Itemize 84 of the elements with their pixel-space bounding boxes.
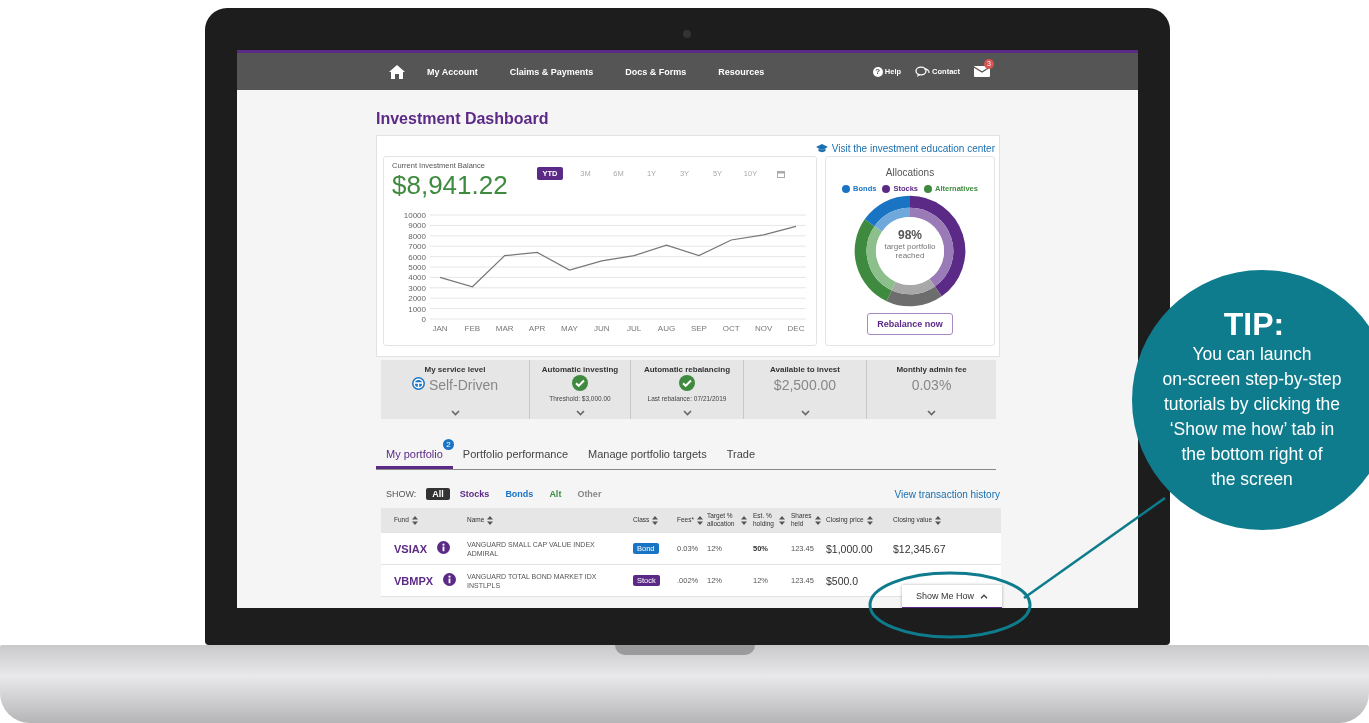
- x-axis-label: NOV: [754, 324, 773, 333]
- transaction-history-link[interactable]: View transaction history: [894, 488, 1000, 500]
- chevron-down-icon[interactable]: [800, 410, 810, 416]
- tile-value: 0.03%: [911, 377, 952, 393]
- table-cell: $500.0: [826, 574, 859, 587]
- x-axis-label: DEC: [787, 324, 805, 333]
- x-axis-label: SEP: [690, 324, 707, 333]
- y-axis-label: 2000: [408, 294, 426, 304]
- portfolio-tab[interactable]: My portfolio 2: [376, 441, 453, 469]
- filter-option[interactable]: Stocks: [453, 488, 496, 500]
- filter-option[interactable]: All: [426, 488, 450, 500]
- y-axis-label: 4000: [408, 273, 426, 283]
- mail-icon[interactable]: [974, 66, 990, 77]
- rebalance-button[interactable]: Rebalance now: [867, 313, 953, 335]
- portfolio-tab[interactable]: Trade: [716, 441, 765, 469]
- chat-bubbles-icon: [915, 66, 931, 77]
- table-cell: $1,000.00: [826, 542, 873, 555]
- chevron-down-icon[interactable]: [927, 410, 936, 416]
- tile-label: Available to invest: [770, 365, 840, 374]
- filter-label: SHOW:: [386, 489, 417, 499]
- nav-link[interactable]: Resources: [718, 66, 765, 77]
- tile-label: Automatic rebalancing: [643, 365, 731, 374]
- x-axis-label: AUG: [657, 324, 676, 333]
- y-axis-label: 8000: [408, 231, 426, 241]
- x-axis-label: JUL: [627, 324, 642, 333]
- sort-icon: [814, 515, 821, 525]
- x-axis-label: JAN: [432, 324, 448, 333]
- donut-center-value: 98%: [897, 228, 923, 242]
- x-axis-label: OCT: [722, 324, 740, 333]
- x-axis-label: MAR: [495, 324, 514, 333]
- donut-center-caption: target portfolio reached: [883, 242, 937, 260]
- sort-icon: [741, 515, 747, 525]
- home-icon[interactable]: [389, 64, 405, 79]
- y-axis-label: 6000: [408, 252, 426, 262]
- chevron-down-icon[interactable]: [682, 410, 692, 416]
- filter-option[interactable]: Bonds: [499, 488, 540, 500]
- count-badge: 2: [442, 439, 454, 450]
- y-axis-label: 5000: [408, 263, 426, 272]
- tile-label: Monthly admin fee: [896, 365, 967, 374]
- fund-ticker[interactable]: VBMPX: [394, 574, 434, 587]
- tip-title: TIP:: [1222, 306, 1286, 342]
- info-icon[interactable]: [443, 573, 457, 588]
- portfolio-tab[interactable]: Manage portfolio targets: [578, 441, 717, 469]
- balance-amount: $8,941.22: [392, 170, 509, 200]
- nav-link[interactable]: Docs & Forms: [625, 66, 687, 77]
- sort-icon: [779, 515, 785, 525]
- allocations-title: Allocations: [885, 167, 935, 178]
- y-axis-label: 7000: [408, 242, 426, 252]
- tip-text: You can launch on-screen step-by-step tutorials by clicking the ‘Show me how’ tab in the bottom right of the screen: [1161, 343, 1343, 491]
- x-axis-label: APR: [528, 324, 546, 333]
- sort-icon: [697, 515, 703, 525]
- chevron-down-icon[interactable]: [450, 410, 460, 416]
- caret-up-icon: [980, 593, 988, 599]
- filter-option[interactable]: Alt: [543, 488, 568, 500]
- sort-icon: [411, 515, 418, 525]
- show-me-how-tab[interactable]: Show Me How: [902, 585, 1002, 608]
- education-link[interactable]: Visit the investment education center: [815, 140, 995, 156]
- chevron-down-icon[interactable]: [575, 410, 585, 416]
- tile-label: My service level: [424, 365, 486, 374]
- tile-value: $2,500.00: [773, 377, 837, 393]
- y-axis-label: 0: [421, 315, 426, 324]
- y-axis-label: 1000: [408, 304, 426, 314]
- sort-icon: [487, 515, 494, 525]
- nav-link[interactable]: Claims & Payments: [509, 66, 594, 77]
- education-link-text: Visit the investment education center: [831, 142, 995, 154]
- table-cell: $12,345.67: [893, 542, 946, 555]
- sort-icon: [866, 515, 873, 525]
- x-axis-label: FEB: [464, 324, 481, 333]
- y-axis-label: 3000: [408, 283, 426, 293]
- x-axis-label: MAY: [561, 324, 578, 333]
- nav-link[interactable]: My Account: [427, 66, 478, 77]
- tile-value: Self-Driven: [428, 377, 499, 393]
- graduation-cap-icon: [815, 143, 828, 153]
- tile-label: Automatic investing: [541, 365, 619, 374]
- y-axis-label: 10000: [403, 211, 426, 220]
- sort-icon: [935, 515, 942, 525]
- info-icon[interactable]: [437, 541, 450, 556]
- portfolio-tab[interactable]: Portfolio performance: [452, 441, 579, 469]
- fund-ticker[interactable]: VSIAX: [394, 542, 427, 555]
- sort-icon: [652, 515, 659, 525]
- y-axis-label: 9000: [408, 221, 426, 231]
- page-title: Investment Dashboard: [376, 109, 550, 129]
- x-axis-label: JUN: [594, 324, 610, 333]
- help-icon: ?: [872, 66, 883, 77]
